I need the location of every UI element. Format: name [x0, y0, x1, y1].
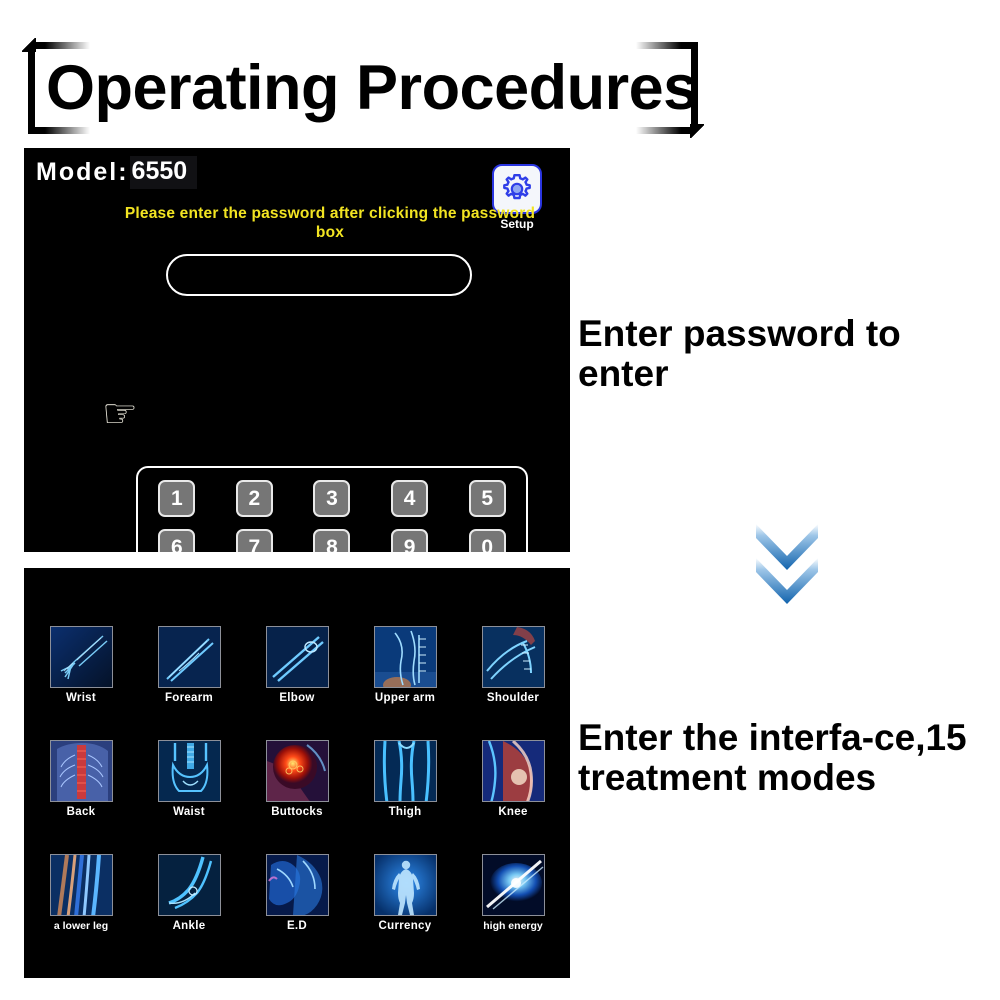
key-5[interactable]: 5 — [468, 480, 506, 517]
forearm-xray-icon[interactable] — [157, 626, 221, 688]
mode-item-knee[interactable]: Knee — [481, 740, 545, 818]
mode-label: Forearm — [164, 692, 214, 704]
mode-item-high-energy[interactable]: high energy — [481, 854, 545, 932]
page-title: Operating Procedures — [46, 53, 698, 123]
full-body-xray-icon[interactable] — [373, 854, 437, 916]
model-label: Model: — [36, 158, 129, 186]
mode-label: Waist — [173, 806, 205, 818]
waist-pelvis-xray-icon[interactable] — [157, 740, 221, 802]
mode-label: Currency — [378, 920, 432, 932]
password-input[interactable] — [166, 254, 472, 296]
high-energy-burst-icon[interactable] — [481, 854, 545, 916]
mode-label: Knee — [498, 806, 528, 818]
mode-item-ed[interactable]: E.D — [265, 854, 329, 932]
upper-arm-xray-icon[interactable] — [373, 626, 437, 688]
title-bracket-left — [18, 38, 90, 138]
mode-item-forearm[interactable]: Forearm — [157, 626, 221, 704]
key-9[interactable]: 9 — [391, 529, 429, 552]
page-title-block: Operating Procedures — [18, 38, 708, 138]
pointing-hand-icon: ☞ — [102, 392, 138, 436]
mode-item-upper-arm[interactable]: Upper arm — [373, 626, 437, 704]
password-prompt: Please enter the password after clicking… — [124, 205, 536, 241]
elbow-xray-icon[interactable] — [265, 626, 329, 688]
keypad-row-2: 6 7 8 9 0 — [138, 529, 526, 552]
back-spine-xray-icon[interactable] — [49, 740, 113, 802]
mode-label: Elbow — [279, 692, 315, 704]
treatment-modes-panel: Wrist Forearm Elbow Upper arm Shoulder B… — [24, 568, 570, 978]
ankle-xray-icon[interactable] — [157, 854, 221, 916]
key-6[interactable]: 6 — [158, 529, 196, 552]
thigh-xray-icon[interactable] — [373, 740, 437, 802]
lower-leg-xray-icon[interactable] — [49, 854, 113, 916]
mode-item-lower-leg[interactable]: a lower leg — [49, 854, 113, 932]
mode-label: a lower leg — [53, 920, 109, 932]
mode-item-back[interactable]: Back — [49, 740, 113, 818]
knee-xray-icon[interactable] — [481, 740, 545, 802]
shoulder-xray-icon[interactable] — [481, 626, 545, 688]
pelvis-ed-xray-icon[interactable] — [265, 854, 329, 916]
model-number: 6550 — [129, 156, 198, 189]
key-8[interactable]: 8 — [313, 529, 351, 552]
mode-label: Wrist — [65, 692, 97, 704]
key-0[interactable]: 0 — [468, 529, 506, 552]
key-2[interactable]: 2 — [235, 480, 273, 517]
key-1[interactable]: 1 — [158, 480, 196, 517]
mode-item-elbow[interactable]: Elbow — [265, 626, 329, 704]
mode-label: E.D — [286, 920, 308, 932]
annotation-step-1: Enter password to enter — [578, 313, 901, 394]
model-row: Model: 6550 — [36, 156, 198, 189]
mode-item-waist[interactable]: Waist — [157, 740, 221, 818]
mode-item-buttocks[interactable]: Buttocks — [265, 740, 329, 818]
mode-row-3: a lower leg Ankle E.D Currency high ener… — [24, 854, 570, 932]
mode-label: Thigh — [388, 806, 422, 818]
wrist-xray-icon[interactable] — [49, 626, 113, 688]
screenshot-root: Operating Procedures Model: 6550 Setup P… — [0, 0, 1000, 1000]
mode-item-wrist[interactable]: Wrist — [49, 626, 113, 704]
key-7[interactable]: 7 — [235, 529, 273, 552]
title-bracket-right — [636, 38, 708, 138]
keypad-row-1: 1 2 3 4 5 — [138, 480, 526, 517]
key-4[interactable]: 4 — [391, 480, 429, 517]
mode-item-thigh[interactable]: Thigh — [373, 740, 437, 818]
gear-icon — [503, 174, 531, 200]
key-3[interactable]: 3 — [313, 480, 351, 517]
numeric-keypad: 1 2 3 4 5 6 7 8 9 0 — [136, 466, 528, 552]
mode-item-shoulder[interactable]: Shoulder — [481, 626, 545, 704]
mode-row-1: Wrist Forearm Elbow Upper arm Shoulder — [24, 626, 570, 704]
mode-label: high energy — [483, 920, 543, 932]
mode-label: Back — [66, 806, 96, 818]
double-chevron-down-icon — [742, 518, 832, 608]
annotation-step-2: Enter the interfa-ce,15 treatment modes — [578, 717, 967, 798]
buttocks-hip-xray-icon[interactable] — [265, 740, 329, 802]
mode-item-ankle[interactable]: Ankle — [157, 854, 221, 932]
mode-item-currency[interactable]: Currency — [373, 854, 437, 932]
mode-label: Buttocks — [271, 806, 323, 818]
login-screen-panel: Model: 6550 Setup Please enter the passw… — [24, 148, 570, 552]
mode-row-2: Back Waist Buttocks Thigh Knee — [24, 740, 570, 818]
mode-label: Upper arm — [374, 692, 436, 704]
mode-label: Ankle — [172, 920, 206, 932]
mode-label: Shoulder — [486, 692, 540, 704]
